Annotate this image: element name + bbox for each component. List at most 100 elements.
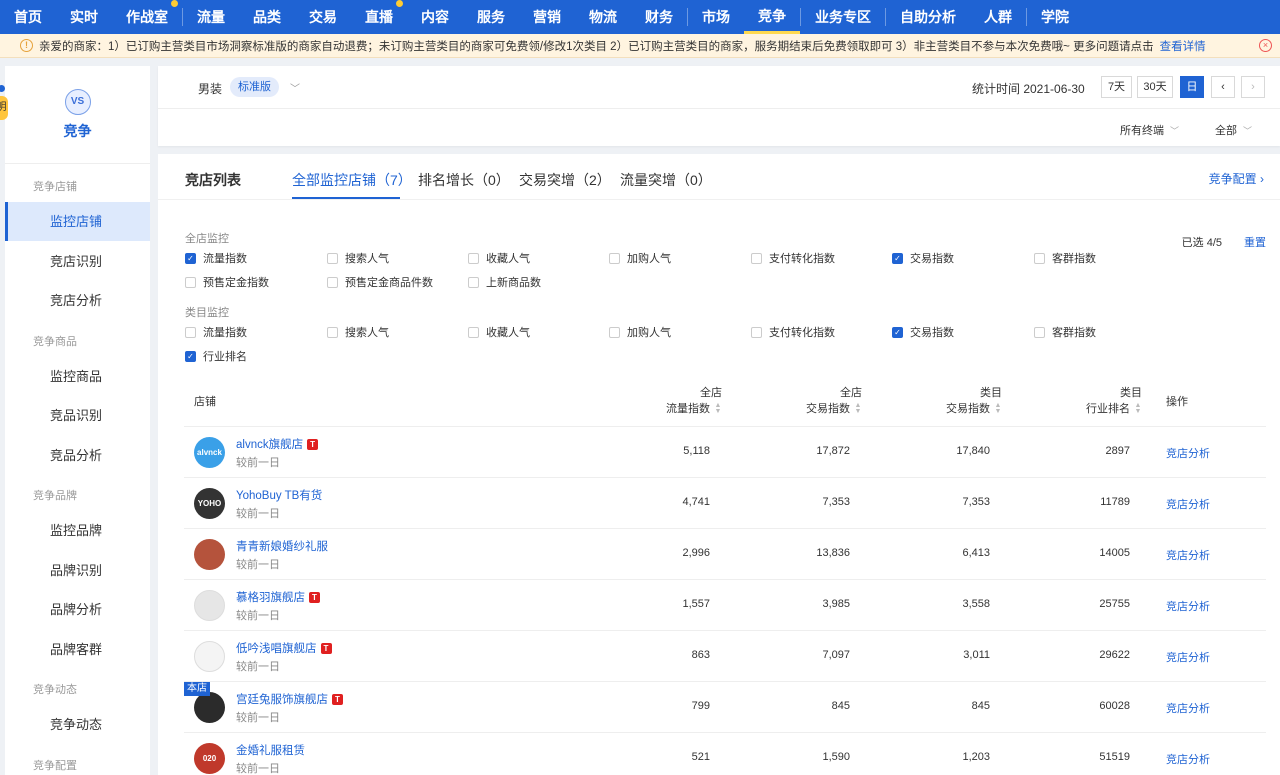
- shop-analysis-link[interactable]: 竞店分析: [1166, 445, 1210, 461]
- col-shop-trade[interactable]: 全店 交易指数 ▲ ▼: [806, 385, 862, 417]
- range-30d-button[interactable]: 30天: [1137, 76, 1173, 98]
- tab-rank-growth[interactable]: 排名增长（0）: [418, 170, 510, 190]
- sort-icon[interactable]: ▲ ▼: [1134, 402, 1142, 415]
- nav-item-7[interactable]: 内容: [407, 0, 463, 34]
- shop-analysis-link[interactable]: 竞店分析: [1166, 700, 1210, 716]
- sort-icon[interactable]: ▲ ▼: [994, 402, 1002, 415]
- shop-analysis-link[interactable]: 竞店分析: [1166, 496, 1210, 512]
- close-icon[interactable]: ×: [1259, 39, 1272, 52]
- competition-config-link[interactable]: 竞争配置 ›: [1209, 170, 1264, 187]
- nav-item-11[interactable]: 财务: [631, 0, 687, 34]
- shop-name-link[interactable]: 青青新娘婚纱礼服: [236, 538, 328, 554]
- nav-item-5[interactable]: 交易: [295, 0, 351, 34]
- shop-analysis-link[interactable]: 竞店分析: [1166, 751, 1210, 767]
- col-shop-traffic[interactable]: 全店 流量指数 ▲ ▼: [666, 385, 722, 417]
- range-7d-button[interactable]: 7天: [1101, 76, 1132, 98]
- notice-detail-link[interactable]: 查看详情: [1160, 38, 1206, 54]
- checkbox-label: 客群指数: [1052, 327, 1096, 339]
- range-day-button[interactable]: 日: [1180, 76, 1204, 98]
- shop_metrics-checkbox-3[interactable]: 加购人气: [609, 250, 671, 266]
- shop-analysis-link[interactable]: 竞店分析: [1166, 598, 1210, 614]
- tab-traffic-surge[interactable]: 流量突增（0）: [620, 170, 712, 190]
- cell-v3: 3,558: [962, 598, 990, 610]
- next-icon[interactable]: ›: [1241, 76, 1265, 98]
- shop-avatar[interactable]: [194, 641, 225, 672]
- shop-name-link[interactable]: 金婚礼服租赁: [236, 742, 305, 758]
- nav-item-1[interactable]: 实时: [56, 0, 112, 34]
- shop-name-link[interactable]: alvnck旗舰店 T: [236, 436, 319, 452]
- shop_metrics-checkbox-0[interactable]: ✓ 流量指数: [185, 250, 247, 266]
- shop-name-link[interactable]: 慕格羽旗舰店 T: [236, 589, 320, 605]
- sort-icon[interactable]: ▲ ▼: [854, 402, 862, 415]
- prev-icon[interactable]: ‹: [1211, 76, 1235, 98]
- shop-avatar[interactable]: alvnck: [194, 437, 225, 468]
- edition-badge[interactable]: 标准版: [230, 77, 279, 97]
- shop-analysis-link[interactable]: 竞店分析: [1166, 649, 1210, 665]
- terminal-dropdown[interactable]: 所有终端 ﹀: [1120, 122, 1179, 138]
- sidebar-item-3-0[interactable]: 竞争动态: [5, 705, 150, 744]
- sidebar-item-2-2[interactable]: 品牌分析: [5, 590, 150, 629]
- tab-trade-surge[interactable]: 交易突增（2）: [519, 170, 611, 190]
- cat_metrics-checkbox-1[interactable]: 搜索人气: [327, 324, 389, 340]
- nav-item-13[interactable]: 竞争: [744, 0, 800, 34]
- nav-item-12[interactable]: 市场: [688, 0, 744, 34]
- nav-item-17[interactable]: 学院: [1027, 0, 1083, 34]
- nav-item-10[interactable]: 物流: [575, 0, 631, 34]
- shop-avatar[interactable]: [194, 692, 225, 723]
- tab-all-monitored[interactable]: 全部监控店铺（7）: [292, 170, 412, 190]
- sidebar-item-0-2[interactable]: 竞店分析: [5, 281, 150, 320]
- shop-name-link[interactable]: 宫廷兔服饰旗舰店 T: [236, 691, 343, 707]
- shop_metrics-checkbox-4[interactable]: 支付转化指数: [751, 250, 835, 266]
- shop-avatar[interactable]: [194, 590, 225, 621]
- sidebar-item-2-3[interactable]: 品牌客群: [5, 630, 150, 669]
- nav-item-3[interactable]: 流量: [183, 0, 239, 34]
- cat_metrics-checkbox-5[interactable]: ✓ 交易指数: [892, 324, 954, 340]
- sidebar-item-2-1[interactable]: 品牌识别: [5, 551, 150, 590]
- cell-v1: 2,996: [682, 547, 710, 559]
- shop_metrics-checkbox-8[interactable]: 预售定金商品件数: [327, 274, 433, 290]
- cat_metrics-checkbox-7[interactable]: ✓ 行业排名: [185, 348, 247, 364]
- cat_metrics-checkbox-6[interactable]: 客群指数: [1034, 324, 1096, 340]
- cat_metrics-checkbox-0[interactable]: 流量指数: [185, 324, 247, 340]
- nav-item-2[interactable]: 作战室: [112, 0, 182, 34]
- nav-item-15[interactable]: 自助分析: [886, 0, 970, 34]
- side-float-tag[interactable]: 明: [0, 96, 8, 120]
- scope-dropdown[interactable]: 全部 ﹀: [1215, 122, 1252, 138]
- shop-analysis-link[interactable]: 竞店分析: [1166, 547, 1210, 563]
- shop-avatar[interactable]: YOHO: [194, 488, 225, 519]
- sidebar-item-1-2[interactable]: 竞品分析: [5, 436, 150, 475]
- shop-name-link[interactable]: 低吟浅唱旗舰店 T: [236, 640, 332, 656]
- cat_metrics-checkbox-4[interactable]: 支付转化指数: [751, 324, 835, 340]
- nav-item-6[interactable]: 直播: [351, 0, 407, 34]
- shop-avatar[interactable]: 020: [194, 743, 225, 774]
- nav-item-8[interactable]: 服务: [463, 0, 519, 34]
- sidebar-item-1-1[interactable]: 竞品识别: [5, 396, 150, 435]
- checkbox-label: 上新商品数: [486, 277, 541, 289]
- nav-item-4[interactable]: 品类: [239, 0, 295, 34]
- shop_metrics-checkbox-2[interactable]: 收藏人气: [468, 250, 530, 266]
- sidebar-item-2-0[interactable]: 监控品牌: [5, 511, 150, 550]
- shop_metrics-checkbox-1[interactable]: 搜索人气: [327, 250, 389, 266]
- sort-icon[interactable]: ▲ ▼: [714, 402, 722, 415]
- shop_metrics-checkbox-9[interactable]: 上新商品数: [468, 274, 541, 290]
- checked-icon: ✓: [185, 350, 196, 362]
- shop-name-link[interactable]: YohoBuy TB有货: [236, 487, 322, 503]
- nav-item-14[interactable]: 业务专区: [801, 0, 885, 34]
- shop-avatar[interactable]: [194, 539, 225, 570]
- sidebar-item-0-1[interactable]: 竞店识别: [5, 242, 150, 281]
- sidebar-item-1-0[interactable]: 监控商品: [5, 357, 150, 396]
- shop_metrics-checkbox-5[interactable]: ✓ 交易指数: [892, 250, 954, 266]
- cell-v2: 845: [831, 700, 850, 712]
- shop_metrics-checkbox-7[interactable]: 预售定金指数: [185, 274, 269, 290]
- reset-link[interactable]: 重置: [1244, 234, 1266, 250]
- cat_metrics-checkbox-2[interactable]: 收藏人气: [468, 324, 530, 340]
- nav-item-16[interactable]: 人群: [970, 0, 1026, 34]
- col-cat-trade[interactable]: 类目 交易指数 ▲ ▼: [946, 385, 1002, 417]
- shop_metrics-checkbox-6[interactable]: 客群指数: [1034, 250, 1096, 266]
- col-cat-rank[interactable]: 类目 行业排名 ▲ ▼: [1086, 385, 1142, 417]
- chevron-down-icon[interactable]: ﹀: [290, 80, 300, 95]
- nav-item-9[interactable]: 营销: [519, 0, 575, 34]
- sidebar-item-0-0[interactable]: 监控店铺: [5, 202, 150, 241]
- nav-item-0[interactable]: 首页: [0, 0, 56, 34]
- cat_metrics-checkbox-3[interactable]: 加购人气: [609, 324, 671, 340]
